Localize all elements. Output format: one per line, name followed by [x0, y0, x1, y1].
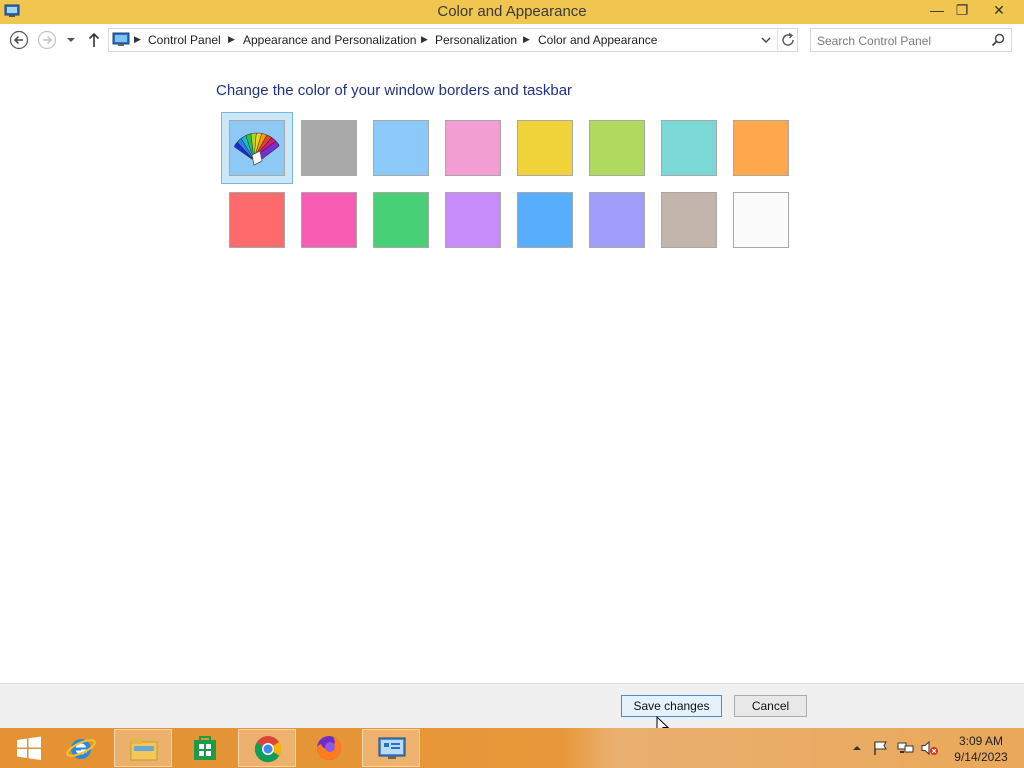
back-arrow-icon[interactable] — [9, 30, 29, 50]
page-heading: Change the color of your window borders … — [216, 82, 573, 99]
save-changes-button[interactable]: Save changes — [621, 695, 722, 717]
folder-icon — [130, 739, 158, 761]
taskbar-firefox[interactable] — [300, 729, 358, 767]
start-button[interactable] — [0, 729, 58, 767]
search-box[interactable] — [810, 28, 1012, 52]
forward-arrow-icon[interactable] — [37, 30, 57, 50]
show-hidden-icons-chevron-icon[interactable] — [851, 742, 863, 754]
color-swatch[interactable] — [445, 192, 501, 248]
color-swatch[interactable] — [373, 192, 429, 248]
taskbar-control-panel[interactable] — [362, 729, 420, 767]
refresh-icon[interactable] — [777, 30, 798, 50]
control-panel-taskbar-icon — [378, 737, 406, 759]
color-swatch[interactable] — [733, 120, 789, 176]
firefox-icon — [317, 736, 341, 760]
breadcrumb-control-panel[interactable]: Control Panel — [148, 33, 221, 47]
window-title: Color and Appearance — [437, 3, 587, 20]
breadcrumb-color-appearance[interactable]: Color and Appearance — [538, 33, 657, 47]
control-panel-icon — [112, 32, 130, 46]
clock-date[interactable]: 9/14/2023 — [948, 750, 1014, 764]
color-swatch[interactable] — [229, 192, 285, 248]
action-bar: Save changes Cancel — [0, 683, 1024, 729]
taskbar: 3:09 AM 9/14/2023 — [0, 728, 1024, 768]
volume-muted-icon[interactable] — [920, 740, 940, 756]
color-swatch[interactable] — [733, 192, 789, 248]
color-swatch[interactable] — [301, 192, 357, 248]
address-dropdown-chevron-icon[interactable] — [759, 33, 773, 47]
windows-logo-icon — [17, 736, 41, 760]
control-panel-window: Color and Appearance — ❐ ✕ ▶ Control Pan… — [0, 0, 1024, 736]
action-center-flag-icon[interactable] — [872, 740, 890, 756]
navigation-bar: ▶ Control Panel ▶ Appearance and Persona… — [0, 26, 1024, 56]
up-arrow-icon[interactable] — [86, 30, 102, 50]
color-swatch[interactable] — [517, 120, 573, 176]
taskbar-internet-explorer[interactable] — [52, 729, 110, 767]
search-icon[interactable] — [991, 33, 1005, 47]
breadcrumb-separator-icon[interactable]: ▶ — [134, 34, 141, 45]
color-swatch[interactable] — [589, 192, 645, 248]
color-swatch[interactable] — [661, 120, 717, 176]
chrome-icon — [254, 736, 282, 763]
breadcrumb-separator-icon[interactable]: ▶ — [228, 34, 235, 45]
cancel-button[interactable]: Cancel — [734, 695, 807, 717]
taskbar-file-explorer[interactable] — [114, 729, 172, 767]
restore-button[interactable]: ❐ — [949, 0, 975, 22]
search-input[interactable] — [815, 31, 989, 51]
network-icon[interactable] — [896, 740, 916, 756]
internet-explorer-icon — [66, 739, 96, 759]
color-swatch[interactable] — [373, 120, 429, 176]
taskbar-chrome[interactable] — [238, 729, 296, 767]
color-swatch[interactable] — [445, 120, 501, 176]
breadcrumb-appearance-personalization[interactable]: Appearance and Personalization — [243, 33, 416, 47]
color-swatch[interactable] — [517, 192, 573, 248]
color-swatch[interactable] — [301, 120, 357, 176]
color-swatch[interactable] — [589, 120, 645, 176]
clock-time[interactable]: 3:09 AM — [948, 734, 1014, 748]
recent-locations-chevron-icon[interactable] — [64, 30, 78, 50]
breadcrumb-separator-icon[interactable]: ▶ — [523, 34, 530, 45]
store-icon — [194, 736, 216, 760]
color-palette-icon — [234, 132, 280, 166]
title-bar[interactable]: Color and Appearance — ❐ ✕ — [0, 0, 1024, 24]
close-button[interactable]: ✕ — [981, 0, 1017, 22]
breadcrumb-personalization[interactable]: Personalization — [435, 33, 517, 47]
breadcrumb-separator-icon[interactable]: ▶ — [421, 34, 428, 45]
address-bar[interactable]: ▶ Control Panel ▶ Appearance and Persona… — [108, 28, 798, 52]
color-swatch-automatic[interactable] — [229, 120, 285, 176]
minimize-button[interactable]: — — [924, 0, 950, 22]
taskbar-store[interactable] — [176, 729, 234, 767]
color-swatch[interactable] — [661, 192, 717, 248]
